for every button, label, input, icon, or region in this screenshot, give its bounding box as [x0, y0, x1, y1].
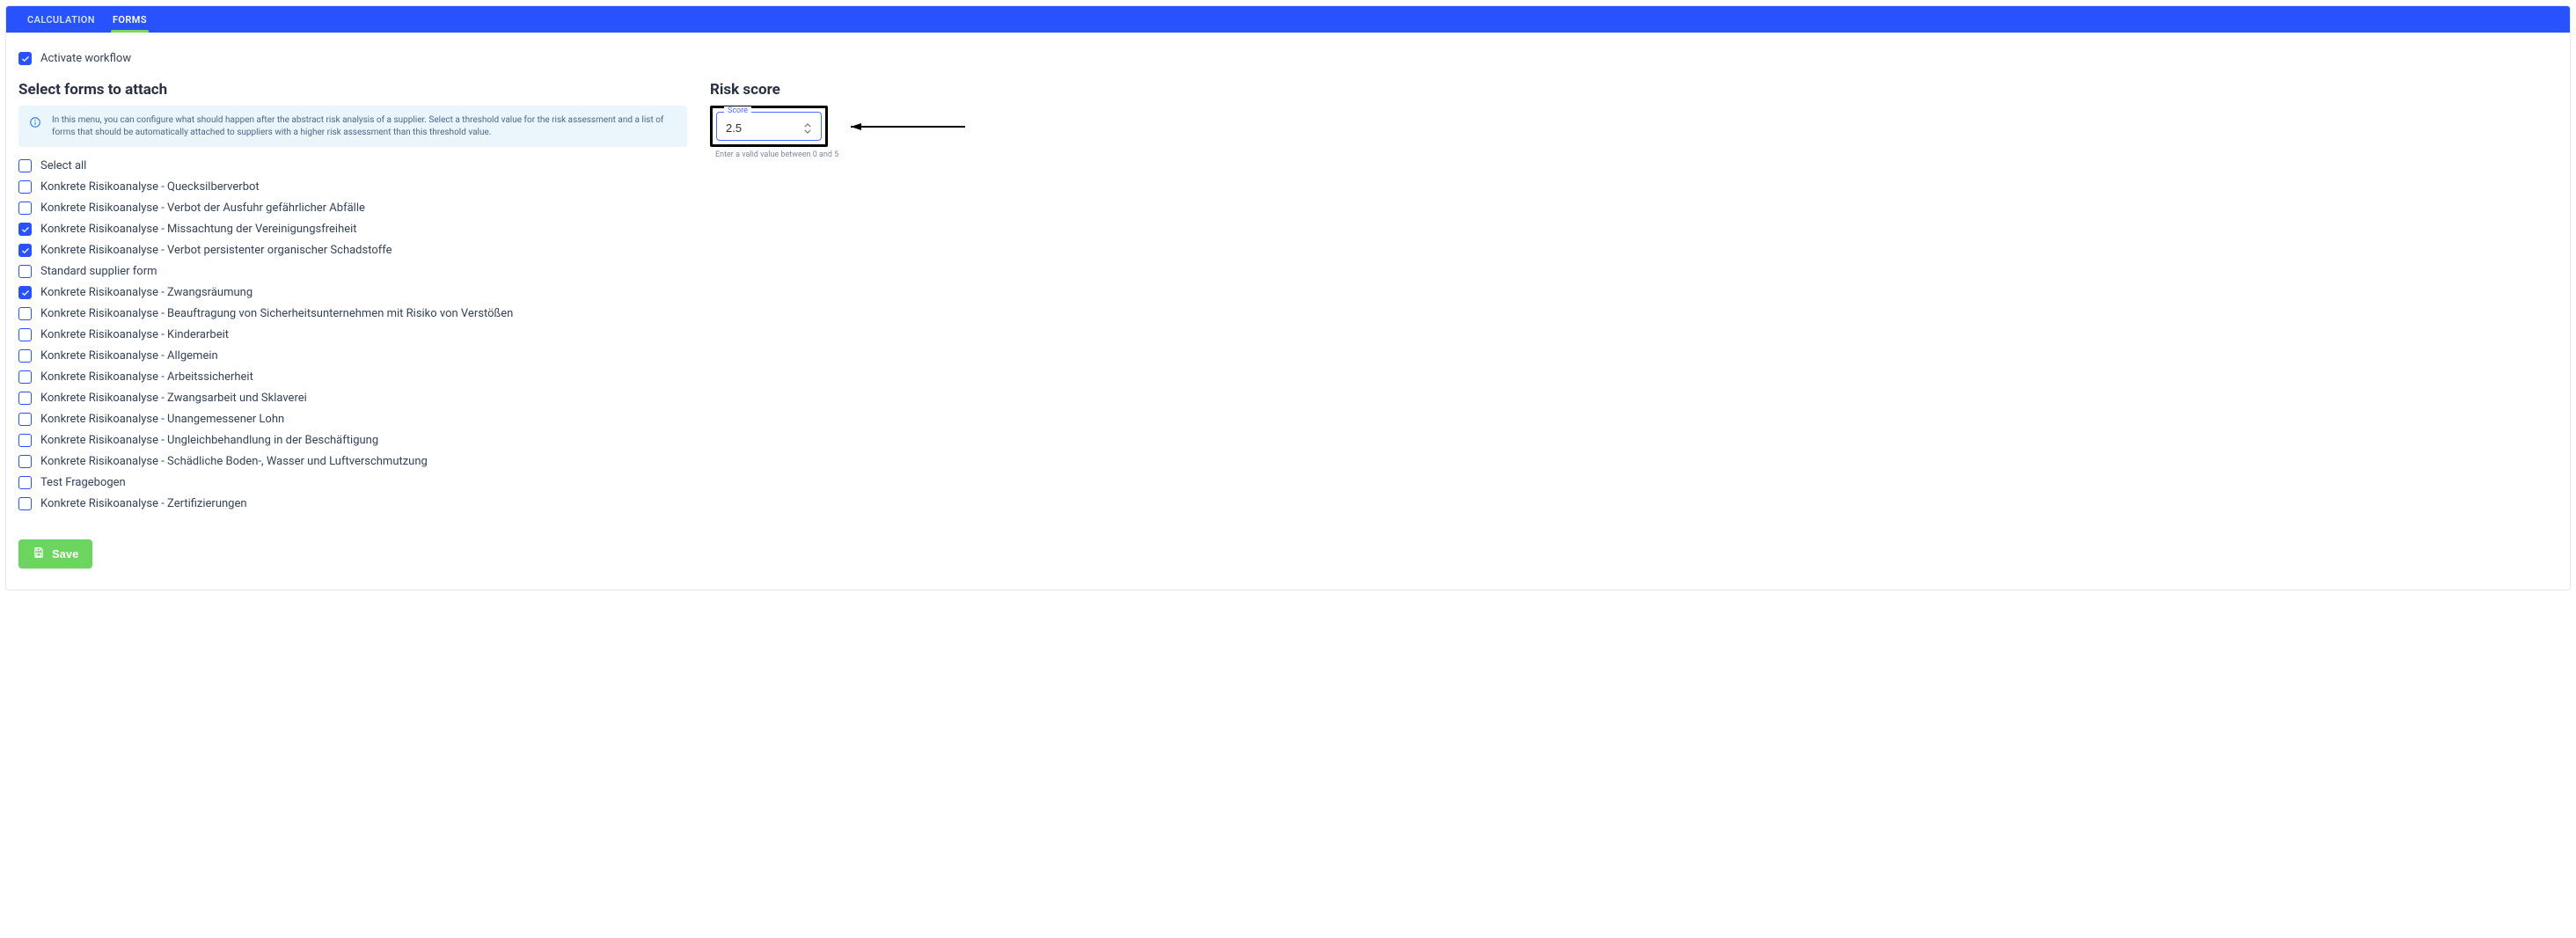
form-list-item: Konkrete Risikoanalyse - Zwangsräumung — [18, 286, 687, 299]
form-item-label: Konkrete Risikoanalyse - Missachtung der… — [40, 223, 357, 236]
form-list-item: Konkrete Risikoanalyse - Allgemein — [18, 349, 687, 363]
score-legend: Score — [724, 106, 751, 115]
select-all-row: Select all — [18, 159, 687, 172]
score-step-down[interactable] — [803, 128, 812, 134]
form-item-checkbox[interactable] — [18, 497, 32, 510]
form-item-checkbox[interactable] — [18, 265, 32, 278]
save-icon — [33, 546, 45, 561]
select-all-label: Select all — [40, 159, 86, 172]
score-help-text: Enter a valid value between 0 and 5 — [715, 150, 838, 159]
form-item-label: Test Fragebogen — [40, 476, 126, 489]
form-item-label: Konkrete Risikoanalyse - Beauftragung vo… — [40, 307, 513, 320]
score-field: Score — [716, 112, 822, 141]
form-item-label: Konkrete Risikoanalyse - Quecksilberverb… — [40, 180, 260, 194]
form-item-label: Konkrete Risikoanalyse - Allgemein — [40, 349, 218, 363]
tab-forms[interactable]: FORMS — [104, 6, 156, 33]
form-list-item: Konkrete Risikoanalyse - Kinderarbeit — [18, 328, 687, 341]
form-item-label: Konkrete Risikoanalyse - Kinderarbeit — [40, 328, 229, 341]
form-list-item: Standard supplier form — [18, 265, 687, 278]
form-list-item: Konkrete Risikoanalyse - Quecksilberverb… — [18, 180, 687, 194]
form-list-item: Konkrete Risikoanalyse - Unangemessener … — [18, 413, 687, 426]
form-item-label: Konkrete Risikoanalyse - Unangemessener … — [40, 413, 284, 426]
activate-workflow-checkbox[interactable] — [18, 52, 32, 65]
form-list-item: Konkrete Risikoanalyse - Zwangsarbeit un… — [18, 392, 687, 405]
form-list-item: Konkrete Risikoanalyse - Ungleichbehandl… — [18, 434, 687, 447]
save-button-label: Save — [52, 547, 78, 561]
form-item-checkbox[interactable] — [18, 392, 32, 405]
form-list-item: Konkrete Risikoanalyse - Zertifizierunge… — [18, 497, 687, 510]
tab-calculation[interactable]: CALCULATION — [18, 6, 104, 33]
activate-workflow-row: Activate workflow — [18, 52, 2558, 65]
form-item-checkbox[interactable] — [18, 202, 32, 215]
form-list-item: Test Fragebogen — [18, 476, 687, 489]
risk-score-heading: Risk score — [710, 81, 1009, 99]
form-item-label: Standard supplier form — [40, 265, 157, 278]
form-list-item: Konkrete Risikoanalyse - Beauftragung vo… — [18, 307, 687, 320]
info-banner-text: In this menu, you can configure what sho… — [52, 114, 675, 138]
form-item-checkbox[interactable] — [18, 180, 32, 194]
form-item-checkbox[interactable] — [18, 370, 32, 384]
form-list-item: Konkrete Risikoanalyse - Verbot der Ausf… — [18, 202, 687, 215]
form-list-item: Konkrete Risikoanalyse - Verbot persiste… — [18, 244, 687, 257]
form-item-checkbox[interactable] — [18, 307, 32, 320]
form-list-item: Konkrete Risikoanalyse - Missachtung der… — [18, 223, 687, 236]
form-item-checkbox[interactable] — [18, 476, 32, 489]
activate-workflow-label: Activate workflow — [40, 52, 131, 65]
form-item-checkbox[interactable] — [18, 413, 32, 426]
tab-bar: CALCULATION FORMS — [6, 6, 2570, 33]
form-list-item: Konkrete Risikoanalyse - Schädliche Bode… — [18, 455, 687, 468]
form-item-checkbox[interactable] — [18, 349, 32, 363]
form-item-label: Konkrete Risikoanalyse - Ungleichbehandl… — [40, 434, 378, 447]
score-highlight-box: Score — [710, 106, 828, 147]
info-icon — [29, 116, 41, 128]
score-step-up[interactable] — [803, 122, 812, 128]
form-list-item: Konkrete Risikoanalyse - Arbeitssicherhe… — [18, 370, 687, 384]
select-all-checkbox[interactable] — [18, 159, 32, 172]
save-button[interactable]: Save — [18, 539, 92, 568]
form-item-label: Konkrete Risikoanalyse - Zertifizierunge… — [40, 497, 247, 510]
arrow-annotation — [842, 121, 965, 130]
form-item-checkbox[interactable] — [18, 328, 32, 341]
form-item-checkbox[interactable] — [18, 434, 32, 447]
form-item-checkbox[interactable] — [18, 455, 32, 468]
score-spinner — [803, 122, 812, 134]
form-item-label: Konkrete Risikoanalyse - Zwangsarbeit un… — [40, 392, 307, 405]
section-title: Select forms to attach — [18, 81, 687, 99]
form-item-label: Konkrete Risikoanalyse - Zwangsräumung — [40, 286, 252, 299]
form-item-label: Konkrete Risikoanalyse - Schädliche Bode… — [40, 455, 428, 468]
form-item-checkbox[interactable] — [18, 223, 32, 236]
form-item-checkbox[interactable] — [18, 286, 32, 299]
form-item-label: Konkrete Risikoanalyse - Arbeitssicherhe… — [40, 370, 253, 384]
form-item-label: Konkrete Risikoanalyse - Verbot persiste… — [40, 244, 392, 257]
info-banner: In this menu, you can configure what sho… — [18, 106, 687, 147]
form-item-label: Konkrete Risikoanalyse - Verbot der Ausf… — [40, 202, 365, 215]
score-input[interactable] — [726, 121, 779, 135]
form-item-checkbox[interactable] — [18, 244, 32, 257]
